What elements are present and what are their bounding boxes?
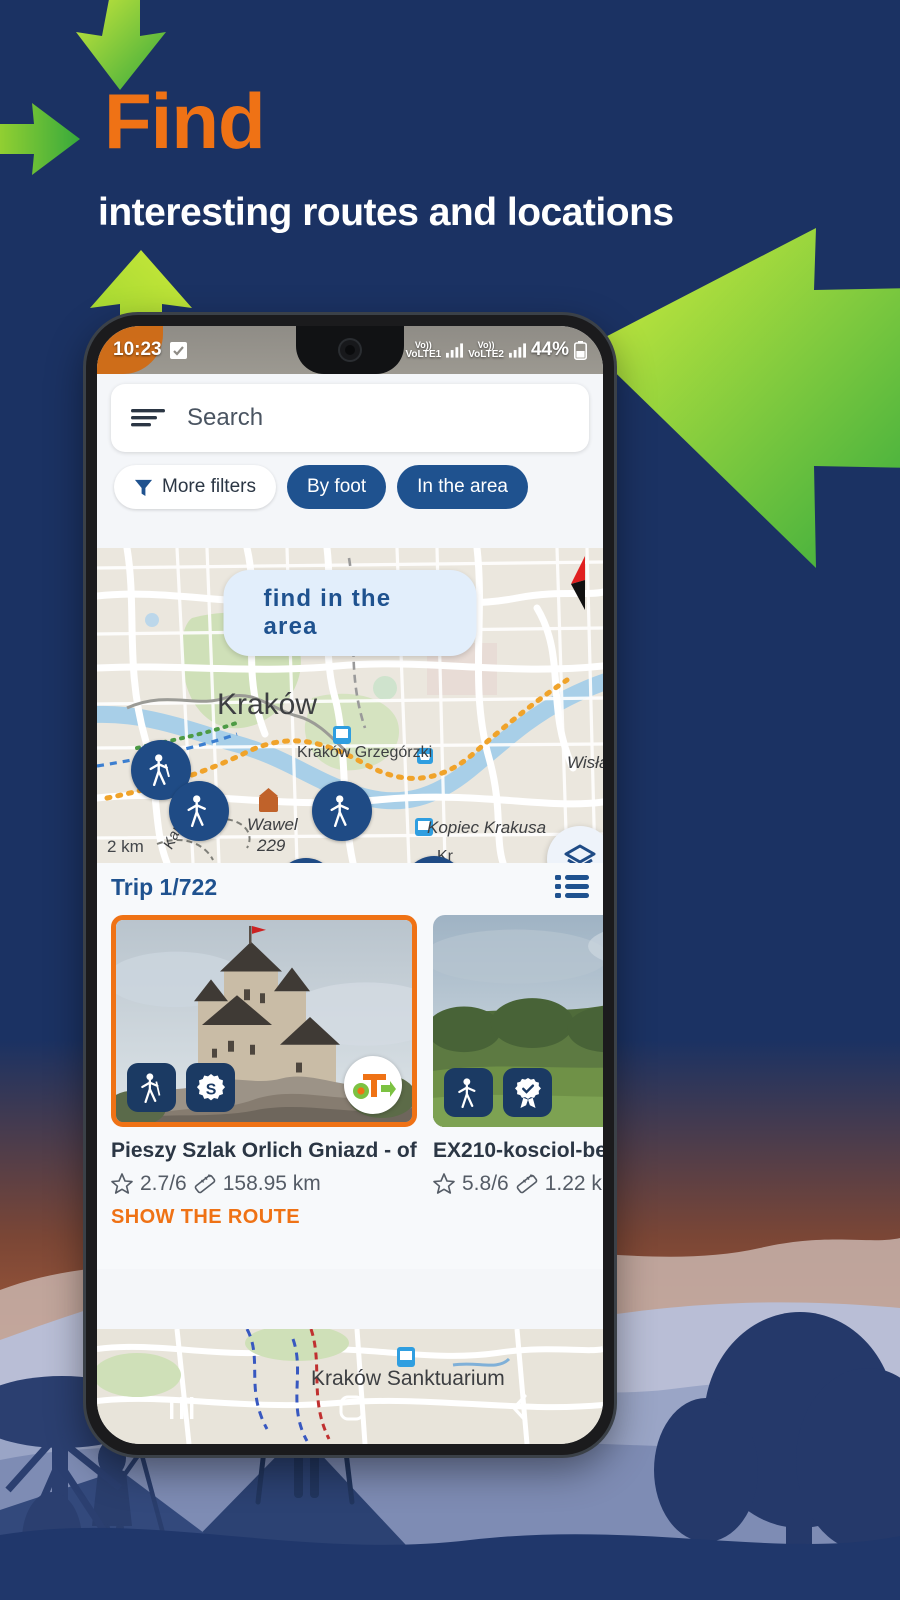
trip-card[interactable]: EX210-kosciol-bened 5.8/6 1.22 km: [433, 915, 603, 1269]
paid-gear-icon: S: [196, 1073, 225, 1100]
chip-in-the-area[interactable]: In the area: [397, 465, 528, 509]
phone-frame: 10:23 Vo)) VoLTE1 Vo)) VoLTE2 44% Search…: [86, 315, 614, 1455]
trip-thumbnail[interactable]: [433, 915, 603, 1127]
map-label: Wawel: [247, 815, 298, 834]
trip-counter: Trip 1/722: [111, 873, 218, 900]
status-time: 10:23: [113, 339, 162, 360]
star-icon: [433, 1173, 455, 1194]
hiker-icon: [330, 795, 349, 827]
phone-screen: 10:23 Vo)) VoLTE1 Vo)) VoLTE2 44% Search…: [97, 326, 603, 1444]
chip-more-filters[interactable]: More filters: [114, 465, 276, 509]
search-bar[interactable]: Search: [111, 384, 589, 452]
trip-badge-group: S: [127, 1063, 235, 1112]
trip-card[interactable]: S Pieszy Szlak Orlich Gniazd - oficj: [111, 915, 417, 1269]
bottom-map-strip[interactable]: Kraków Sanktuarium: [97, 1329, 603, 1444]
route-marker[interactable]: [169, 781, 229, 841]
search-input[interactable]: Search: [187, 404, 263, 432]
star-icon: [111, 1173, 133, 1194]
volte2-label: Vo)) VoLTE2: [468, 339, 504, 360]
badge-paid[interactable]: S: [186, 1063, 235, 1112]
trip-title: Pieszy Szlak Orlich Gniazd - oficjal...: [111, 1139, 417, 1162]
badge-hiker[interactable]: [127, 1063, 176, 1112]
hiker-icon: [457, 1077, 475, 1108]
trip-stats: 2.7/6 158.95 km: [111, 1172, 417, 1196]
badge-verified[interactable]: [503, 1068, 552, 1117]
android-nav-bar: [97, 1372, 603, 1444]
chip-label: By foot: [306, 476, 367, 497]
layers-icon: [564, 844, 596, 863]
show-the-route-link[interactable]: SHOW THE ROUTE: [111, 1206, 417, 1229]
signal-bars-icon: [446, 342, 464, 358]
trip-rating: 5.8/6: [462, 1172, 509, 1195]
trip-rating: 2.7/6: [140, 1172, 187, 1195]
svg-text:S: S: [205, 1081, 216, 1098]
map-label: Kopiec Krakusa: [427, 818, 547, 837]
trip-card-list[interactable]: S Pieszy Szlak Orlich Gniazd - oficj: [97, 909, 603, 1269]
map-label: Kraków Grzegórzki: [297, 744, 433, 761]
recent-apps-icon[interactable]: [168, 1395, 196, 1421]
hiker-icon: [149, 754, 170, 786]
arrow-right-icon: [0, 103, 80, 175]
verified-award-icon: [514, 1077, 541, 1108]
checkbox-icon: [169, 341, 187, 359]
ruler-icon: [194, 1174, 216, 1194]
list-view-icon[interactable]: [555, 874, 589, 900]
trip-title: EX210-kosciol-bened: [433, 1139, 603, 1162]
battery-icon: [574, 340, 587, 360]
volte1-label: Vo)) VoLTE1: [405, 339, 442, 360]
trip-badge-group: [444, 1068, 552, 1117]
badge-hiker[interactable]: [444, 1068, 493, 1117]
hiker-icon: [187, 795, 206, 827]
find-in-the-area-button[interactable]: find in the area: [223, 570, 477, 656]
compass-needle-icon: [571, 556, 585, 610]
hamburger-menu-icon[interactable]: [131, 407, 165, 429]
battery-percent: 44%: [530, 339, 569, 360]
trip-counter-bar: Trip 1/722: [97, 863, 603, 911]
search-area: Search More filters By foot In the area: [97, 374, 603, 526]
map-label: Wisła: [567, 753, 603, 772]
arrow-left-large-icon: [588, 228, 900, 568]
trip-distance: 1.22 km: [544, 1172, 603, 1195]
chip-label: In the area: [417, 476, 508, 497]
funnel-icon: [134, 479, 153, 496]
hiker-icon: [140, 1072, 160, 1103]
trip-stats: 5.8/6 1.22 km: [433, 1172, 603, 1196]
route-marker[interactable]: [312, 781, 372, 841]
page-subtitle: interesting routes and locations: [98, 191, 674, 234]
trip-distance: 158.95 km: [222, 1172, 321, 1195]
trip-thumbnail[interactable]: S: [111, 915, 417, 1127]
ruler-icon: [516, 1174, 538, 1194]
map-label: 229: [257, 836, 286, 855]
map-label: Kraków: [217, 688, 318, 721]
chip-label: More filters: [162, 476, 256, 497]
home-icon[interactable]: [338, 1394, 366, 1422]
front-camera-icon: [338, 338, 362, 362]
back-icon[interactable]: [508, 1393, 532, 1423]
t-route-logo-icon: [344, 1056, 402, 1114]
signal-bars-icon-2: [508, 342, 526, 358]
chip-by-foot[interactable]: By foot: [286, 465, 387, 509]
map-view[interactable]: find in the area Kraków Kraków Grzegórzk…: [97, 548, 603, 863]
map-scale-label: 2 km: [107, 837, 144, 856]
filter-chip-row: More filters By foot In the area: [111, 452, 589, 518]
page-title: Find: [104, 77, 266, 165]
